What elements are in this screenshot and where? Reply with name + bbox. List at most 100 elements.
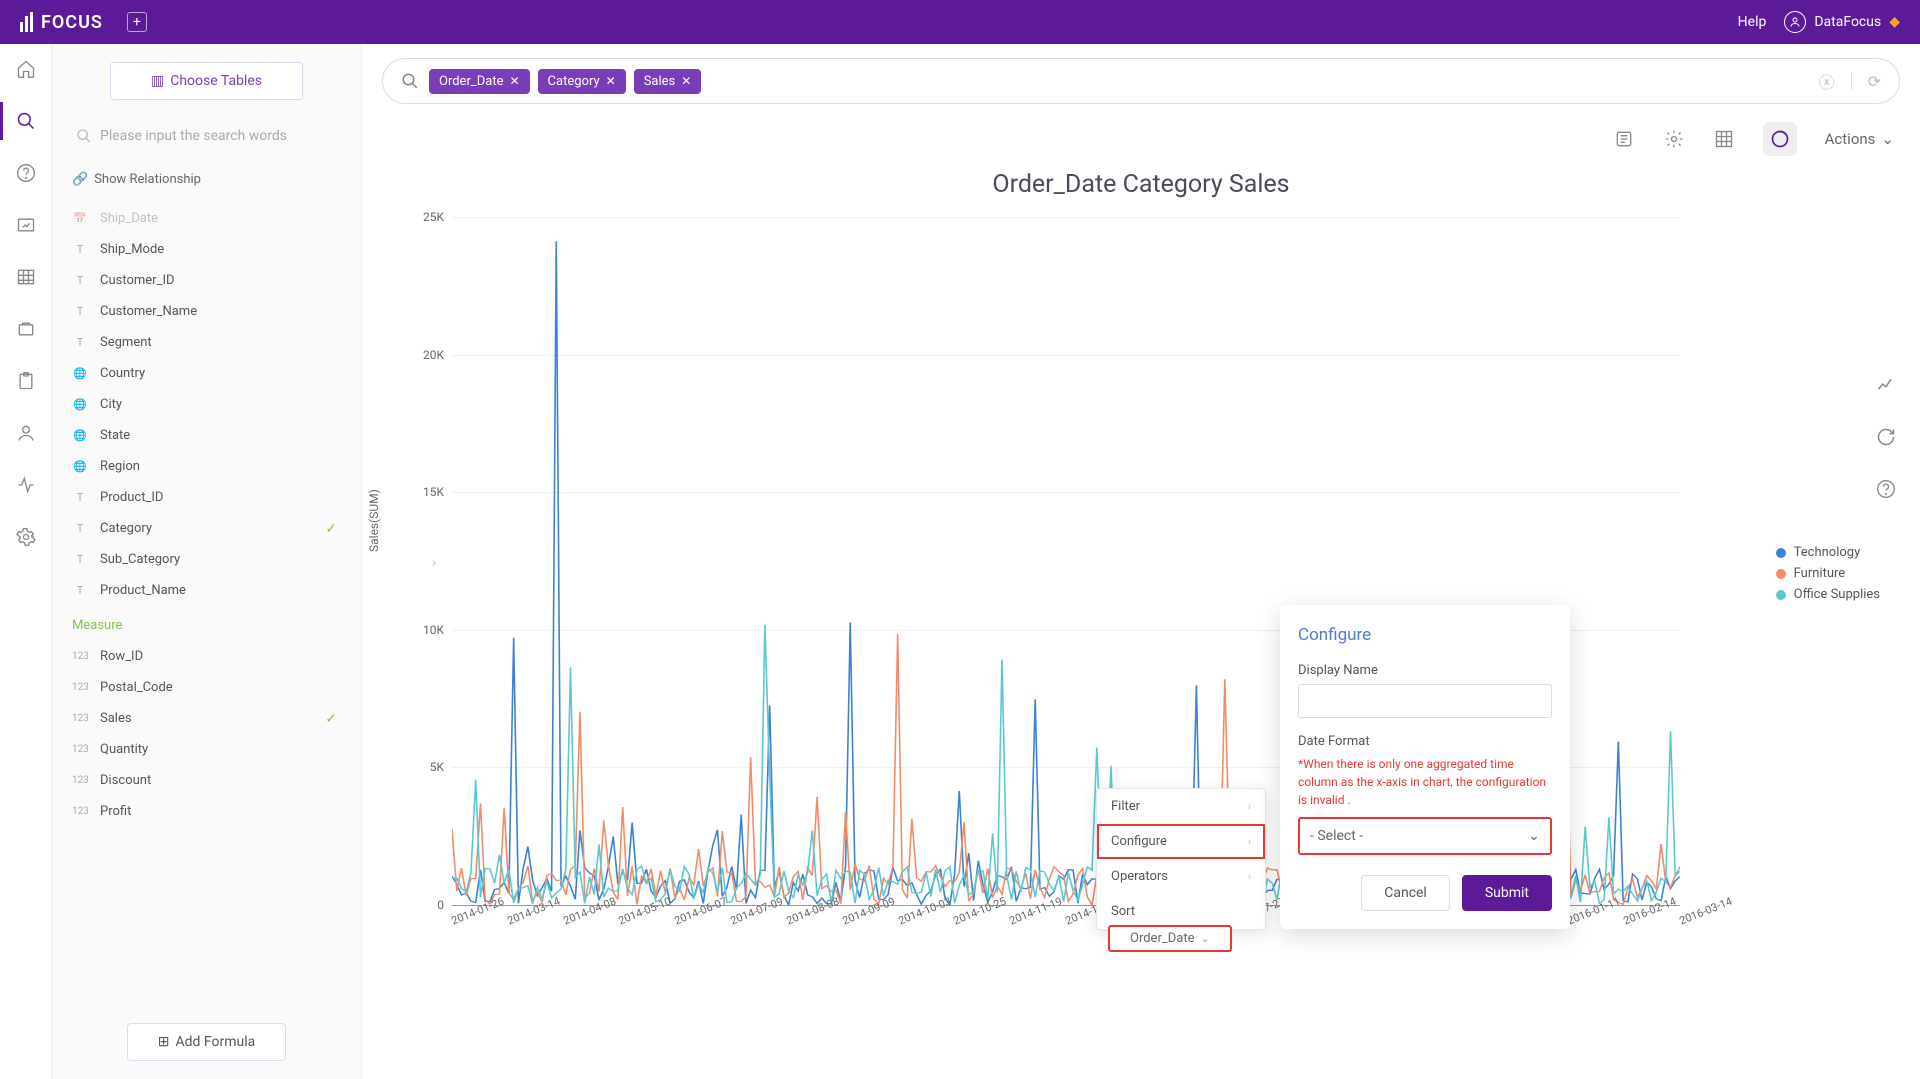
measure-item[interactable]: 123Postal_Code <box>66 672 347 703</box>
help-link[interactable]: Help <box>1738 14 1767 30</box>
cancel-button[interactable]: Cancel <box>1361 875 1450 911</box>
y-tick: 25K <box>423 210 444 224</box>
dashboard-nav-icon[interactable] <box>15 214 37 236</box>
line-chart-icon[interactable] <box>1876 375 1896 399</box>
query-bar[interactable]: Order_Date✕ Category✕ Sales✕ ⓧ ⟳ <box>382 58 1900 104</box>
ctx-operators[interactable]: Operators› <box>1097 859 1265 894</box>
help-chart-icon[interactable] <box>1876 479 1896 503</box>
expand-caret-icon[interactable]: › <box>432 555 436 571</box>
number-type-icon: 123 <box>72 713 88 724</box>
chevron-down-icon: ⌄ <box>1200 932 1209 945</box>
number-type-icon: 123 <box>72 682 88 693</box>
field-item[interactable]: TCategory✓ <box>66 513 347 544</box>
date-format-warning: *When there is only one aggregated time … <box>1298 755 1552 809</box>
nav-rail <box>0 44 52 1079</box>
measure-item[interactable]: 123Row_ID <box>66 641 347 672</box>
measure-item[interactable]: 123Discount <box>66 765 347 796</box>
field-type-icon: 📅 <box>72 212 88 225</box>
field-item[interactable]: 📅Ship_Date <box>66 203 347 234</box>
clipboard-nav-icon[interactable] <box>15 370 37 392</box>
measure-item[interactable]: 123Sales✓ <box>66 703 347 734</box>
query-chip[interactable]: Category✕ <box>538 69 626 94</box>
chart-type-icon[interactable] <box>1763 122 1797 156</box>
ctx-configure[interactable]: Configure› <box>1097 824 1265 859</box>
measure-item[interactable]: 123Quantity <box>66 734 347 765</box>
table-nav-icon[interactable] <box>15 266 37 288</box>
help-nav-icon[interactable] <box>15 162 37 184</box>
field-item[interactable]: 🌐State <box>66 420 347 451</box>
show-relationship-toggle[interactable]: 🔗 Show Relationship <box>66 172 347 187</box>
configure-title: Configure <box>1298 625 1552 645</box>
field-type-icon: T <box>72 522 88 535</box>
y-tick: 20K <box>423 348 444 362</box>
number-type-icon: 123 <box>72 775 88 786</box>
refresh-query-icon[interactable]: ⟳ <box>1868 72 1881 91</box>
add-formula-button[interactable]: ⊞ Add Formula <box>127 1023 286 1061</box>
display-name-input[interactable] <box>1298 684 1552 718</box>
chevron-down-icon: ⌄ <box>1528 828 1540 844</box>
field-type-icon: T <box>72 584 88 597</box>
link-icon: 🔗 <box>72 172 88 187</box>
search-icon <box>401 72 419 90</box>
legend-item[interactable]: Technology <box>1776 545 1880 560</box>
field-item[interactable]: 🌐City <box>66 389 347 420</box>
field-type-icon: T <box>72 243 88 256</box>
user-menu[interactable]: DataFocus ◆ <box>1784 11 1900 33</box>
home-icon[interactable] <box>15 58 37 80</box>
ctx-filter[interactable]: Filter› <box>1097 789 1265 824</box>
legend-item[interactable]: Furniture <box>1776 566 1880 581</box>
formula-icon: ⊞ <box>158 1034 170 1050</box>
field-item[interactable]: TSegment <box>66 327 347 358</box>
add-tab-button[interactable]: + <box>127 12 147 32</box>
chevron-right-icon: › <box>1248 870 1251 883</box>
field-search-input[interactable]: Please input the search words <box>66 122 347 150</box>
box-nav-icon[interactable] <box>15 318 37 340</box>
axis-pill-order-date[interactable]: Order_Date ⌄ <box>1108 925 1232 952</box>
activity-nav-icon[interactable] <box>15 474 37 496</box>
date-format-label: Date Format <box>1298 734 1552 749</box>
number-type-icon: 123 <box>72 651 88 662</box>
y-tick: 5K <box>430 760 444 774</box>
measure-item[interactable]: 123Profit <box>66 796 347 827</box>
app-header: FOCUS + Help DataFocus ◆ <box>0 0 1920 44</box>
check-icon: ✓ <box>325 521 337 537</box>
actions-dropdown[interactable]: Actions ⌄ <box>1825 130 1894 148</box>
refresh-chart-icon[interactable] <box>1876 427 1896 451</box>
field-type-icon: T <box>72 274 88 287</box>
field-item[interactable]: TCustomer_Name <box>66 296 347 327</box>
ctx-sort[interactable]: Sort <box>1097 894 1265 929</box>
close-icon[interactable]: ✕ <box>606 74 616 88</box>
date-format-select[interactable]: - Select - ⌄ <box>1298 817 1552 855</box>
query-chip[interactable]: Sales✕ <box>634 69 702 94</box>
legend-item[interactable]: Office Supplies <box>1776 587 1880 602</box>
display-name-label: Display Name <box>1298 663 1552 678</box>
settings-nav-icon[interactable] <box>15 526 37 548</box>
y-tick: 10K <box>423 623 444 637</box>
field-item[interactable]: TProduct_ID <box>66 482 347 513</box>
field-item[interactable]: 🌐Region <box>66 451 347 482</box>
config-icon[interactable] <box>1613 128 1635 150</box>
submit-button[interactable]: Submit <box>1462 875 1552 911</box>
field-item[interactable]: TCustomer_ID <box>66 265 347 296</box>
search-nav-icon[interactable] <box>15 110 37 132</box>
field-item[interactable]: TSub_Category <box>66 544 347 575</box>
grid-icon[interactable] <box>1713 128 1735 150</box>
clear-query-icon[interactable]: ⓧ <box>1819 69 1835 93</box>
chevron-right-icon: › <box>1248 800 1251 813</box>
field-item[interactable]: TShip_Mode <box>66 234 347 265</box>
field-item[interactable]: TProduct_Name <box>66 575 347 606</box>
field-item[interactable]: 🌐Country <box>66 358 347 389</box>
chart-toolbar: Actions ⌄ <box>382 104 1900 166</box>
close-icon[interactable]: ✕ <box>681 74 691 88</box>
chevron-down-icon: ⌄ <box>1881 130 1894 148</box>
close-icon[interactable]: ✕ <box>509 74 519 88</box>
x-tick: 2016-03-14 <box>1678 895 1734 928</box>
settings-icon[interactable] <box>1663 128 1685 150</box>
avatar-icon <box>1784 11 1806 33</box>
choose-tables-button[interactable]: ▥ Choose Tables <box>110 62 303 100</box>
user-nav-icon[interactable] <box>15 422 37 444</box>
field-type-icon: T <box>72 553 88 566</box>
layers-icon: ▥ <box>151 73 164 89</box>
query-chip[interactable]: Order_Date✕ <box>429 69 530 94</box>
y-tick: 15K <box>423 485 444 499</box>
